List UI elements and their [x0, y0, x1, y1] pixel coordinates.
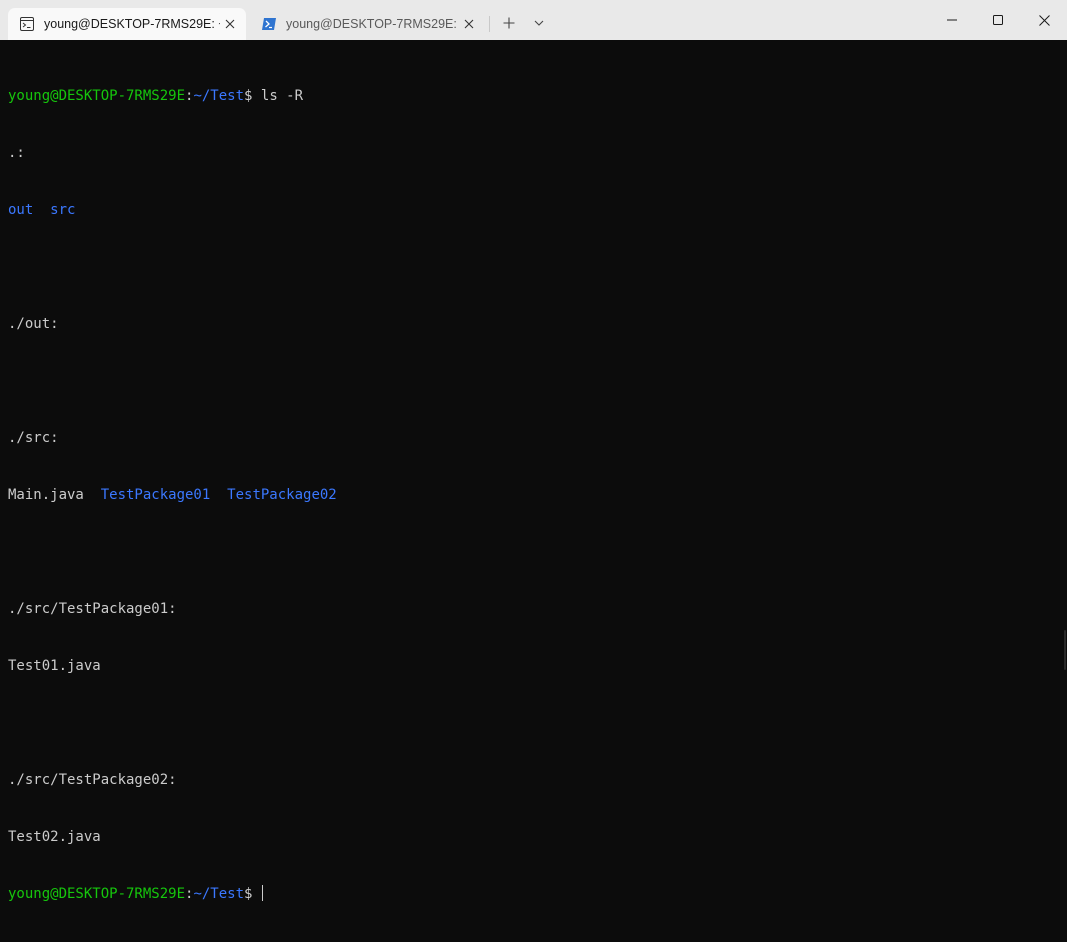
prompt-dollar: $: [244, 886, 253, 902]
dir-entry: TestPackage02: [227, 487, 337, 503]
chevron-down-icon: [534, 20, 544, 26]
output-line: Main.java TestPackage01 TestPackage02: [8, 486, 337, 505]
maximize-icon: [993, 15, 1003, 25]
prompt-user-host: young@DESKTOP-7RMS29E: [8, 88, 186, 104]
tab-title: young@DESKTOP-7RMS29E: ~: [44, 17, 220, 31]
tab-terminal-active[interactable]: young@DESKTOP-7RMS29E: ~: [8, 8, 246, 40]
output-line: ./src/TestPackage02:: [8, 772, 177, 788]
prompt-path: ~/Test: [193, 88, 245, 104]
prompt-line[interactable]: young@DESKTOP-7RMS29E:~/Test$: [8, 885, 337, 904]
prompt-separator: :: [185, 886, 194, 902]
command-text: ls -R: [252, 88, 304, 104]
output-line: ./src/TestPackage01:: [8, 601, 177, 617]
prompt-line: young@DESKTOP-7RMS29E:~/Test$ ls -R: [8, 87, 337, 106]
output-line: Test01.java: [8, 658, 101, 674]
scrollbar[interactable]: [1061, 630, 1067, 675]
tab-powershell[interactable]: young@DESKTOP-7RMS29E: ~: [250, 8, 485, 40]
tab-close-button[interactable]: [459, 14, 479, 34]
output-line: ./out:: [8, 316, 59, 332]
prompt-user-host: young@DESKTOP-7RMS29E: [8, 886, 186, 902]
powershell-icon: [261, 16, 277, 32]
title-bar: young@DESKTOP-7RMS29E: ~ young@DESKTOP-7…: [0, 0, 1067, 40]
minimize-icon: [947, 19, 957, 21]
dir-entry: out: [8, 202, 34, 218]
tab-separator: [489, 16, 490, 32]
prompt-path: ~/Test: [193, 886, 245, 902]
output-line: out src: [8, 201, 337, 220]
tab-dropdown-button[interactable]: [524, 10, 554, 36]
terminal-pane[interactable]: young@DESKTOP-7RMS29E:~/Test$ ls -R .: o…: [0, 40, 1067, 902]
output-line: ./src:: [8, 430, 59, 446]
text-cursor: [261, 885, 263, 901]
terminal-icon: [19, 16, 35, 32]
dir-entry: src: [50, 202, 76, 218]
new-tab-button[interactable]: [494, 10, 524, 36]
maximize-button[interactable]: [975, 0, 1021, 40]
output-line: .:: [8, 145, 25, 161]
tab-close-button[interactable]: [220, 14, 240, 34]
plus-icon: [503, 17, 515, 29]
file-entry: Main.java: [8, 487, 84, 503]
tab-title: young@DESKTOP-7RMS29E: ~: [286, 17, 459, 31]
minimize-button[interactable]: [929, 0, 975, 40]
close-icon: [225, 19, 235, 29]
close-icon: [1038, 14, 1050, 26]
close-icon: [464, 19, 474, 29]
terminal-output: young@DESKTOP-7RMS29E:~/Test$ ls -R .: o…: [8, 49, 337, 942]
dir-entry: TestPackage01: [100, 487, 211, 503]
output-line: Test02.java: [8, 829, 101, 845]
close-window-button[interactable]: [1021, 0, 1067, 40]
